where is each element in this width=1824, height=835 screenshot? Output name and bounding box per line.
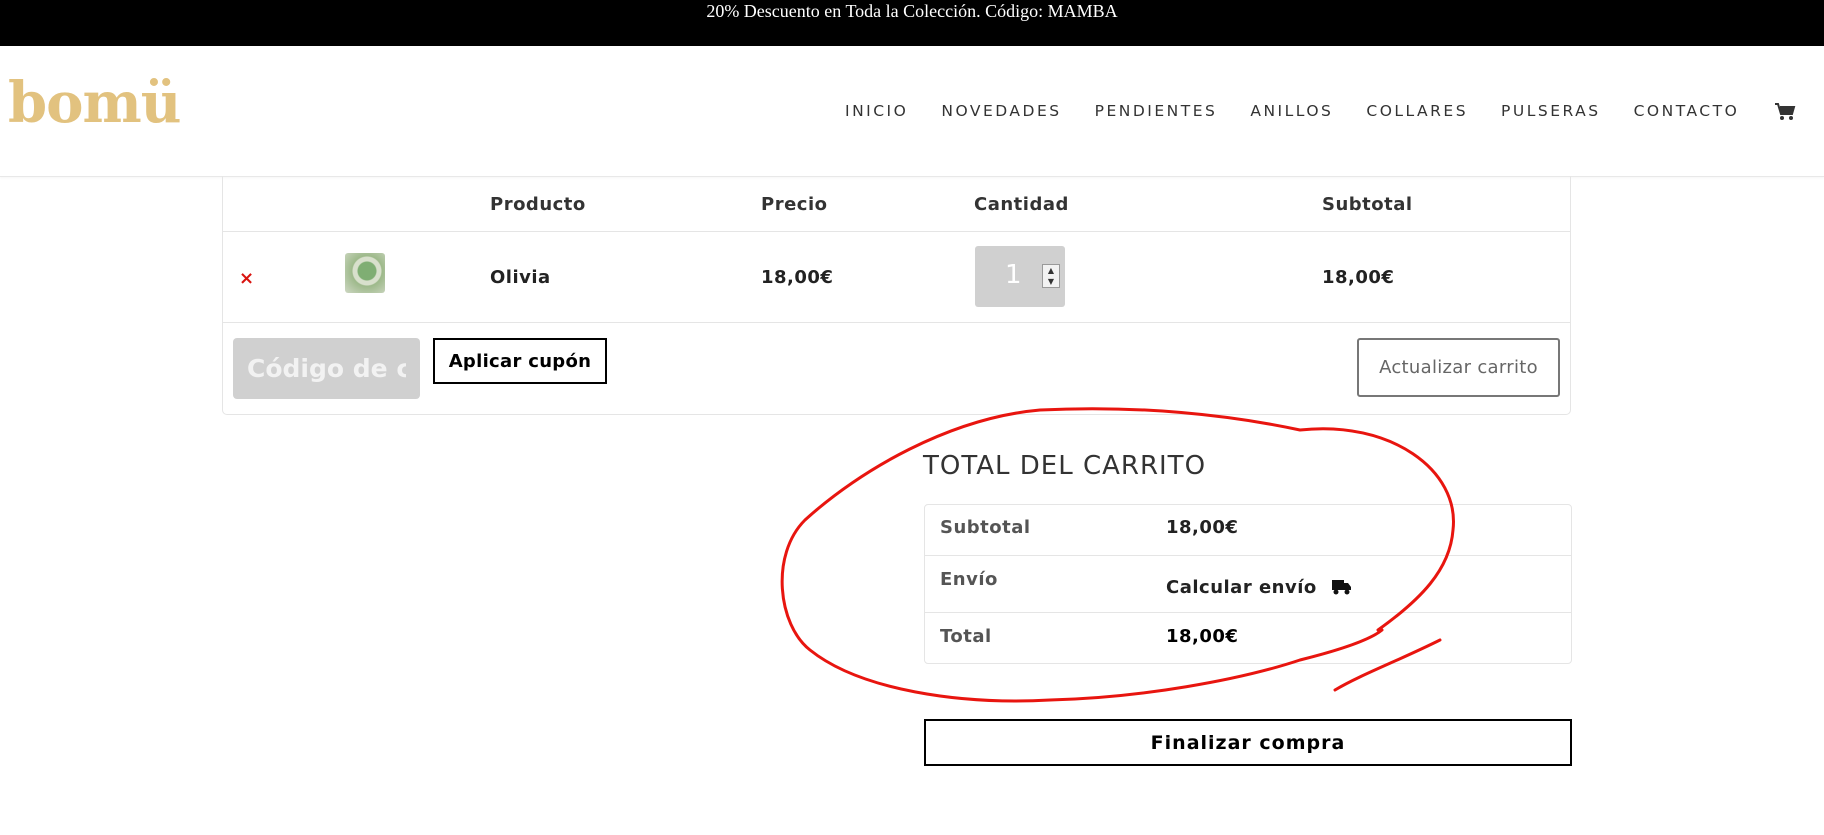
nav-item-contacto[interactable]: CONTACTO [1634, 102, 1740, 120]
apply-coupon-button[interactable]: Aplicar cupón [433, 338, 607, 384]
update-cart-button[interactable]: Actualizar carrito [1357, 338, 1560, 397]
quantity-value[interactable]: 1 [1005, 260, 1022, 290]
product-price: 18,00€ [761, 267, 834, 288]
header-subtotal: Subtotal [1322, 194, 1413, 215]
promo-bar: 20% Descuento en Toda la Colección. Códi… [0, 0, 1824, 46]
header-price: Precio [761, 194, 828, 215]
cart-totals-title: TOTAL DEL CARRITO [923, 451, 1207, 481]
total-label: Total [940, 626, 992, 647]
subtotal-value: 18,00€ [1166, 517, 1239, 538]
truck-icon [1331, 580, 1351, 595]
promo-text: 20% Descuento en Toda la Colección. Códi… [706, 1, 1118, 21]
divider [223, 322, 1570, 323]
remove-item-button[interactable]: × [239, 268, 254, 289]
divider [925, 555, 1571, 556]
nav-item-pendientes[interactable]: PENDIENTES [1095, 102, 1218, 120]
header-product: Producto [490, 194, 586, 215]
nav-item-novedades[interactable]: NOVEDADES [941, 102, 1061, 120]
quantity-spinner[interactable]: ▲ ▼ [1042, 264, 1060, 288]
shipping-label: Envío [940, 569, 998, 590]
shopping-cart-icon[interactable] [1774, 102, 1796, 122]
site-logo[interactable]: bomü [8, 70, 181, 136]
decrement-icon[interactable]: ▼ [1043, 276, 1059, 287]
product-thumbnail[interactable] [345, 253, 385, 293]
coupon-input[interactable] [233, 338, 420, 399]
divider [925, 612, 1571, 613]
product-name[interactable]: Olivia [490, 267, 551, 288]
divider [223, 231, 1570, 232]
nav-item-pulseras[interactable]: PULSERAS [1501, 102, 1601, 120]
increment-icon[interactable]: ▲ [1043, 265, 1059, 276]
nav-item-collares[interactable]: COLLARES [1366, 102, 1468, 120]
calculate-shipping-text[interactable]: Calcular envío [1166, 577, 1317, 598]
site-header: bomü INICIO NOVEDADES PENDIENTES ANILLOS… [0, 46, 1824, 177]
subtotal-label: Subtotal [940, 517, 1031, 538]
main-nav: INICIO NOVEDADES PENDIENTES ANILLOS COLL… [845, 102, 1772, 120]
calculate-shipping-link[interactable]: Calcular envío [1166, 577, 1352, 598]
checkout-button[interactable]: Finalizar compra [924, 719, 1572, 766]
cart-totals-table: Subtotal 18,00€ Envío Calcular envío Tot… [924, 504, 1572, 664]
product-subtotal: 18,00€ [1322, 267, 1395, 288]
nav-item-inicio[interactable]: INICIO [845, 102, 908, 120]
nav-item-anillos[interactable]: ANILLOS [1250, 102, 1333, 120]
cart-table: Producto Precio Cantidad Subtotal × Oliv… [222, 176, 1571, 415]
total-value: 18,00€ [1166, 626, 1239, 647]
quantity-stepper[interactable]: 1 ▲ ▼ [975, 246, 1065, 307]
header-quantity: Cantidad [974, 194, 1069, 215]
